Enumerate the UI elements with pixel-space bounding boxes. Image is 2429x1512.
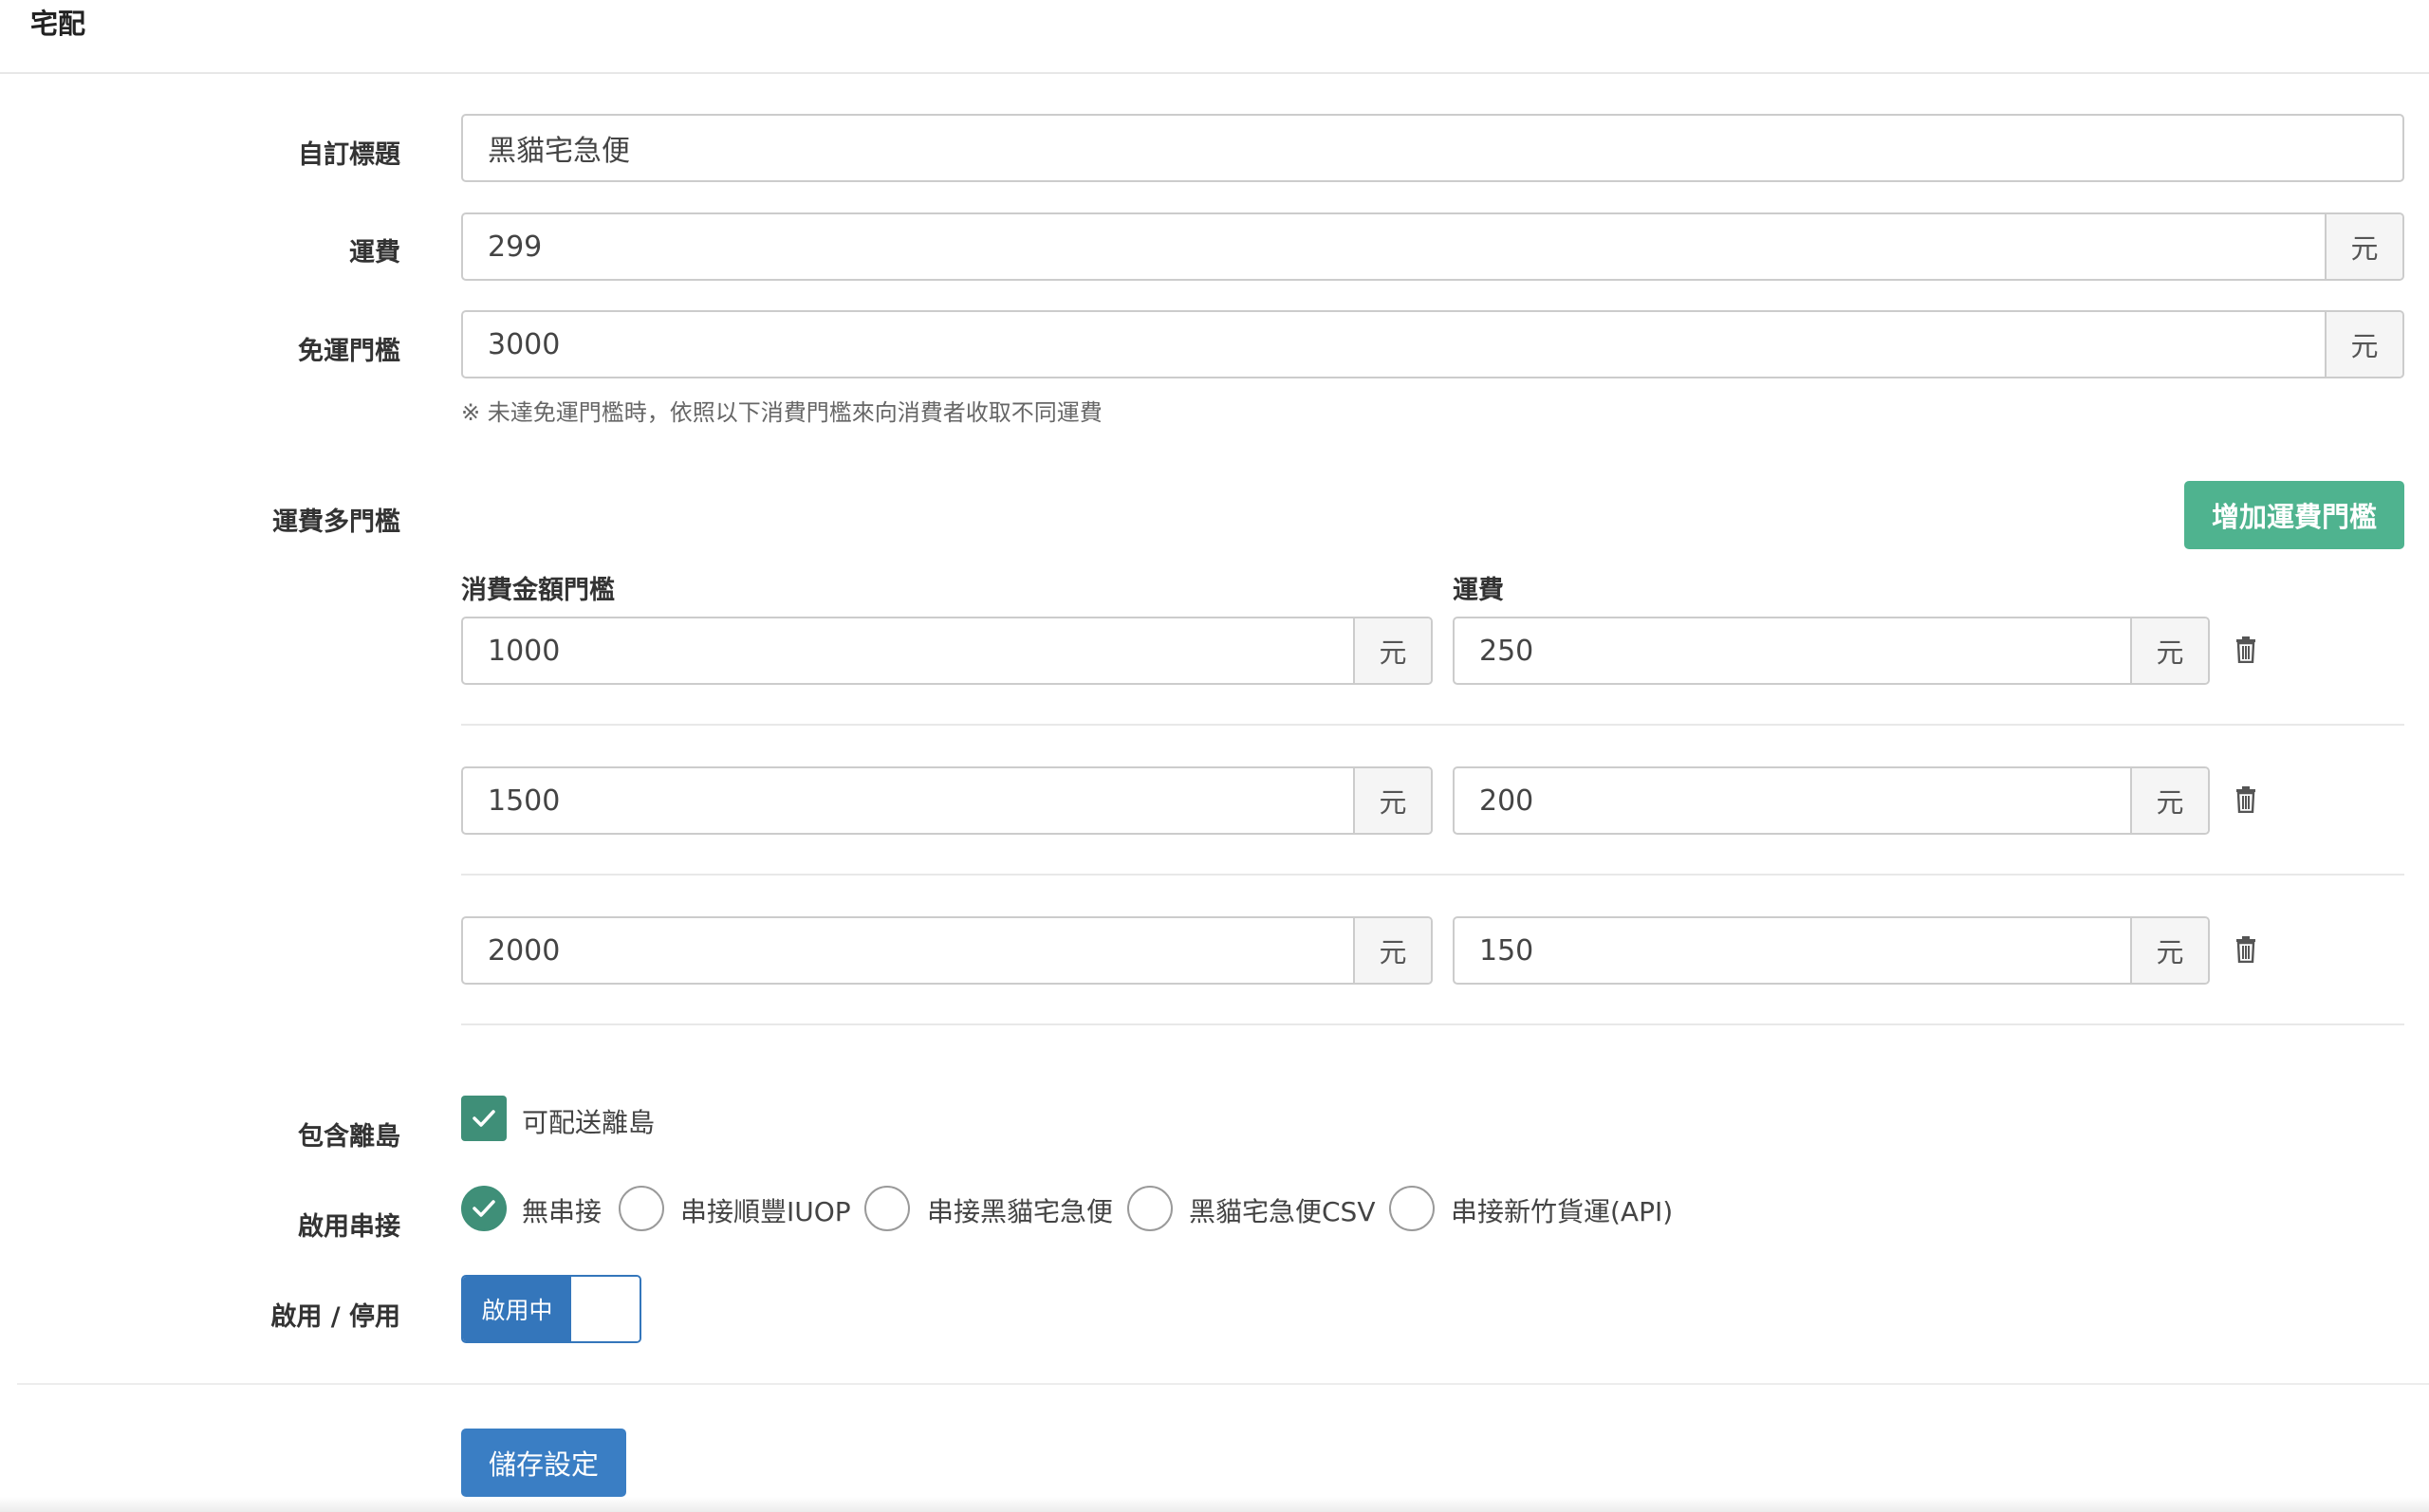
shipping-fee-unit: 元: [2325, 214, 2402, 279]
trash-icon[interactable]: [2234, 786, 2257, 813]
free-threshold-help: ※ 未達免運門檻時，依照以下消費門檻來向消費者收取不同運費: [461, 399, 1103, 426]
tier-amount-unit: 元: [1353, 768, 1431, 833]
tier-fee-group: 250 元: [1453, 617, 2210, 685]
islands-checkbox[interactable]: [461, 1096, 507, 1141]
tier-divider: [461, 874, 2404, 876]
status-label: 啟用 / 停用: [270, 1302, 400, 1332]
status-toggle-text: 啟用中: [463, 1277, 571, 1341]
radio-label: 串接新竹貨運(API): [1451, 1196, 1674, 1227]
tier-amount-group: 1000 元: [461, 617, 1433, 685]
radio-label: 串接順豐IUOP: [680, 1196, 851, 1227]
tier-fee-group: 150 元: [1453, 916, 2210, 985]
islands-checkbox-label: 可配送離島: [522, 1107, 656, 1138]
tier-amount-input[interactable]: 1500: [463, 768, 1353, 833]
tier-divider: [461, 1023, 2404, 1025]
page-header: 宅配: [0, 0, 2429, 74]
custom-title-input[interactable]: 黑貓宅急便: [461, 114, 2404, 182]
status-toggle[interactable]: 啟用中: [461, 1275, 641, 1343]
radio-hct-api[interactable]: [1389, 1186, 1435, 1231]
trash-icon[interactable]: [2234, 636, 2257, 663]
tier-amount-unit: 元: [1353, 918, 1431, 983]
tier-amount-group: 2000 元: [461, 916, 1433, 985]
tier-divider: [461, 724, 2404, 726]
radio-label: 黑貓宅急便CSV: [1189, 1196, 1376, 1227]
radio-tcat[interactable]: [864, 1186, 910, 1231]
save-button[interactable]: 儲存設定: [461, 1429, 626, 1497]
shipping-fee-group: 299 元: [461, 212, 2404, 281]
custom-title-label: 自訂標題: [298, 140, 400, 170]
tier-amount-input[interactable]: 1000: [463, 618, 1353, 683]
check-icon: [473, 1110, 495, 1127]
radio-tcat-csv[interactable]: [1127, 1186, 1173, 1231]
free-threshold-unit: 元: [2325, 312, 2402, 377]
tier-fee-unit: 元: [2130, 768, 2208, 833]
tier-fee-input[interactable]: 150: [1455, 918, 2130, 983]
radio-label: 串接黑貓宅急便: [927, 1196, 1114, 1227]
tier-fee-group: 200 元: [1453, 766, 2210, 835]
add-tier-button[interactable]: 增加運費門檻: [2184, 481, 2404, 549]
free-threshold-group: 3000 元: [461, 310, 2404, 378]
tier-amount-unit: 元: [1353, 618, 1431, 683]
tier-fee-unit: 元: [2130, 618, 2208, 683]
tier-fee-input[interactable]: 250: [1455, 618, 2130, 683]
tiers-label: 運費多門檻: [272, 507, 400, 537]
tier-amount-header: 消費金額門檻: [461, 576, 615, 605]
tier-amount-group: 1500 元: [461, 766, 1433, 835]
islands-label: 包含離島: [298, 1122, 400, 1152]
check-icon: [473, 1200, 495, 1217]
shipping-fee-input[interactable]: 299: [463, 214, 2325, 279]
tier-amount-input[interactable]: 2000: [463, 918, 1353, 983]
bottom-edge: [0, 1497, 2429, 1512]
status-toggle-knob: [571, 1277, 640, 1341]
tier-fee-input[interactable]: 200: [1455, 768, 2130, 833]
form-divider: [17, 1383, 2429, 1385]
page-title: 宅配: [30, 8, 86, 40]
radio-no-integration[interactable]: [461, 1186, 507, 1231]
shipping-fee-label: 運費: [349, 238, 400, 267]
trash-icon[interactable]: [2234, 936, 2257, 963]
tier-fee-unit: 元: [2130, 918, 2208, 983]
free-threshold-input[interactable]: 3000: [463, 312, 2325, 377]
radio-sf-iuop[interactable]: [619, 1186, 664, 1231]
integration-label: 啟用串接: [298, 1212, 400, 1242]
tier-fee-header: 運費: [1453, 576, 1504, 605]
free-threshold-label: 免運門檻: [298, 337, 400, 366]
radio-label: 無串接: [522, 1196, 603, 1227]
